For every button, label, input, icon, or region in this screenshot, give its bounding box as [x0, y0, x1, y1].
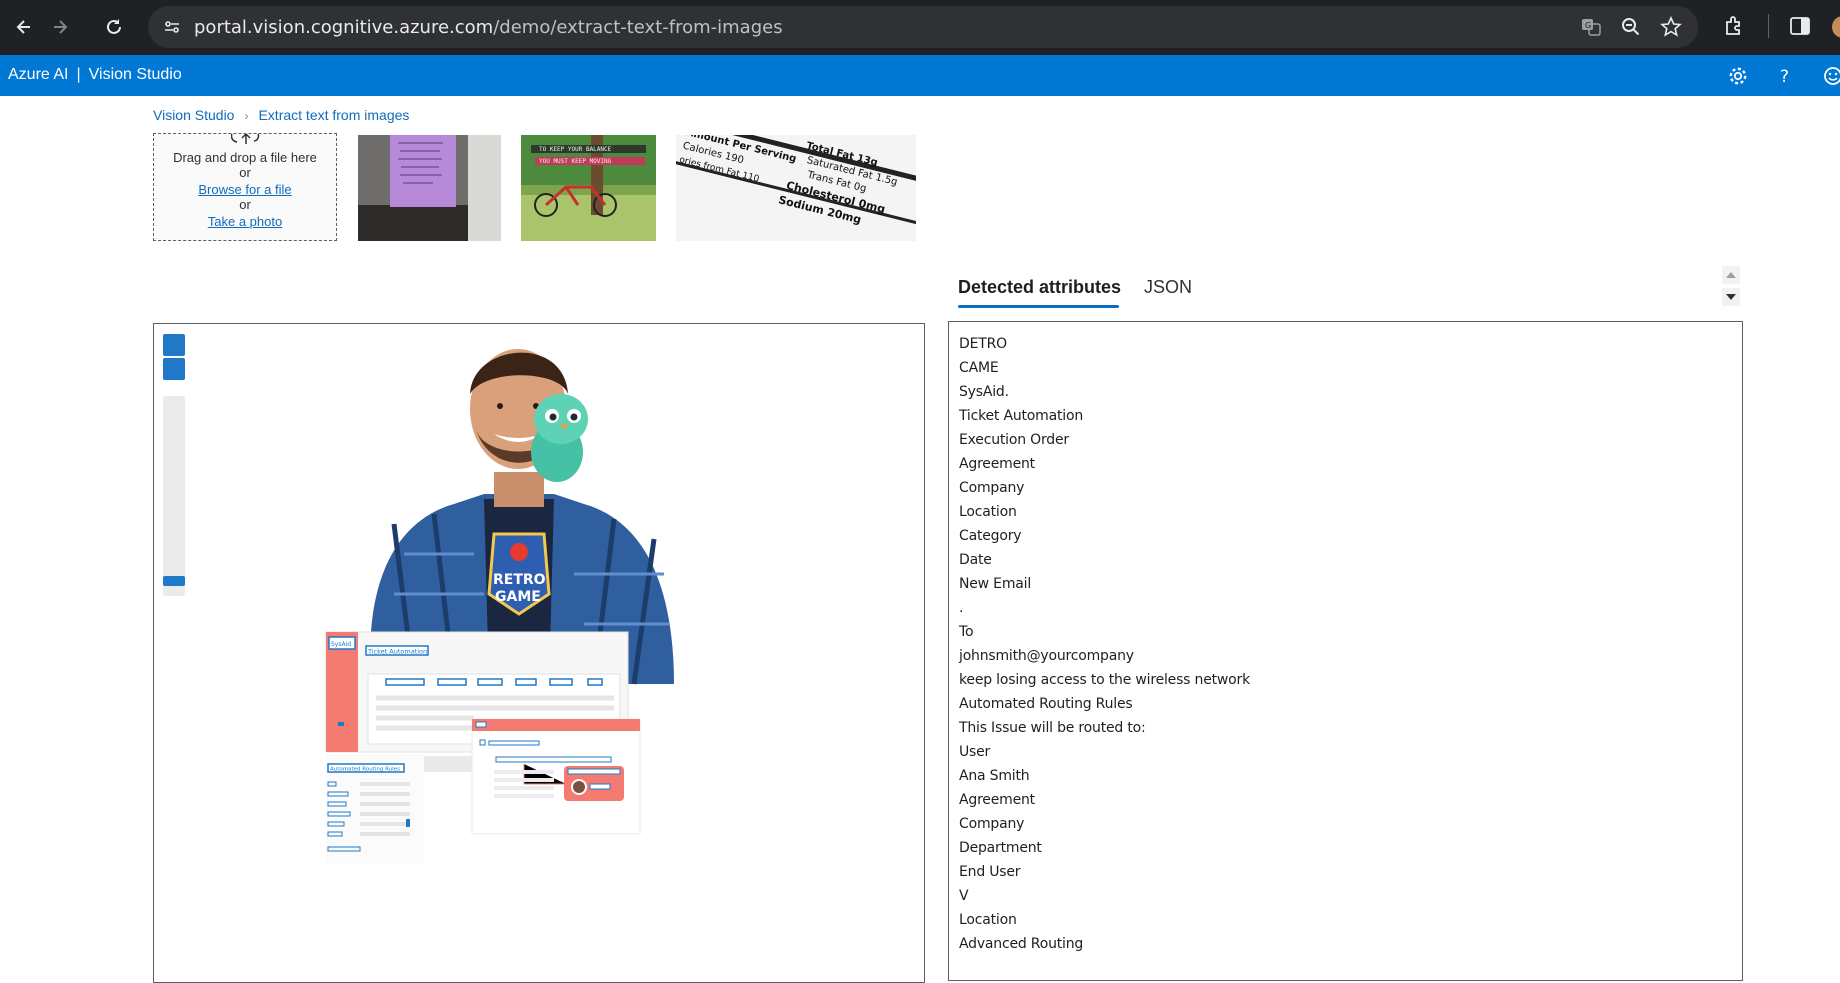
detected-text-line: . [959, 600, 964, 616]
shirt-text-retro: RETRO [493, 572, 546, 588]
detected-text-line: CAME [959, 360, 999, 376]
bookmark-star-icon[interactable] [1660, 16, 1682, 38]
caret-up-icon [1726, 272, 1736, 278]
detected-text-line: Company [959, 480, 1025, 496]
sample-image-sticky-note[interactable] [358, 135, 501, 241]
detected-text-line: johnsmith@yourcompany [959, 648, 1134, 664]
detected-text-line: Advanced Routing [959, 936, 1084, 952]
forward-button[interactable] [44, 11, 76, 43]
zoom-icon[interactable] [1620, 16, 1642, 38]
detected-text-line: Department [959, 840, 1042, 856]
or-text: or [239, 197, 251, 212]
address-bar[interactable]: portal.vision.cognitive.azure.com/demo/e… [148, 6, 1698, 48]
extensions-icon[interactable] [1722, 14, 1746, 38]
brand-product: Vision Studio [88, 66, 182, 83]
detected-text-list: DETRO CAME SysAid. Ticket Automation Executi… [949, 322, 1742, 956]
svg-text:?: ? [1780, 67, 1789, 87]
detected-text-line: Category [959, 528, 1022, 544]
take-photo-link[interactable]: Take a photo [208, 214, 282, 229]
detected-text-line: SysAid. [959, 384, 1009, 400]
detected-text-line: Date [959, 552, 992, 568]
drag-drop-text: Drag and drop a file here [173, 150, 317, 165]
breadcrumb-vision-studio[interactable]: Vision Studio [153, 107, 234, 123]
active-tab-indicator [958, 305, 1119, 308]
image-preview-panel: RETRO GAME SysAid Ticket Automation Auto… [153, 323, 925, 983]
chevron-right-icon: › [244, 109, 249, 123]
shirt-text-game: GAME [495, 589, 541, 605]
detected-text-line: This Issue will be routed to: [959, 720, 1146, 736]
detected-text-line: Execution Order [959, 432, 1069, 448]
translate-icon[interactable]: G [1580, 16, 1602, 38]
detected-text-line: User [959, 744, 991, 760]
detected-text-line: End User [959, 864, 1021, 880]
nutrition-label-thumbnail: Amount Per Serving Calories 190 ories fr… [676, 135, 916, 241]
scroll-down-button[interactable] [1722, 288, 1740, 306]
browser-toolbar: portal.vision.cognitive.azure.com/demo/e… [0, 0, 1840, 55]
detected-text-line: Company [959, 816, 1025, 832]
detected-text-line: DETRO [959, 336, 1007, 352]
detected-text-line: Location [959, 504, 1017, 520]
toolbar-divider [1768, 14, 1769, 38]
mockup-title: Ticket Automation [367, 648, 427, 656]
svg-text:G: G [1585, 21, 1591, 30]
brand-azure-ai: Azure AI [8, 66, 69, 83]
app-brand[interactable]: Azure AI | Vision Studio [8, 66, 182, 84]
sample-image-bicycle[interactable]: TO KEEP YOUR BALANCE YOU MUST KEEP MOVIN… [521, 135, 656, 241]
detected-text-line: keep losing access to the wireless netwo… [959, 672, 1250, 688]
detected-text-line: Ana Smith [959, 768, 1030, 784]
detected-text-line: To [959, 624, 974, 640]
file-drop-zone[interactable]: Drag and drop a file here or Browse for … [153, 133, 337, 241]
bike-caption-1: TO KEEP YOUR BALANCE [539, 146, 612, 153]
back-button[interactable] [8, 11, 40, 43]
forward-arrow-icon [54, 20, 68, 34]
breadcrumb-extract-text[interactable]: Extract text from images [258, 107, 409, 123]
app-screenshot-mockup: SysAid Ticket Automation Automated Routi… [325, 631, 641, 864]
caret-down-icon [1726, 294, 1736, 300]
detected-text-line: Agreement [959, 456, 1035, 472]
detected-text-line: Location [959, 912, 1017, 928]
or-text: or [239, 165, 251, 180]
sample-image-nutrition-label[interactable]: Amount Per Serving Calories 190 ories fr… [676, 135, 916, 241]
detected-text-line: Ticket Automation [959, 408, 1084, 424]
browse-file-link[interactable]: Browse for a file [198, 182, 291, 197]
detected-text-line: Automated Routing Rules [959, 696, 1133, 712]
mockup-routing-title: Automated Routing Rules [330, 767, 400, 773]
app-header: Azure AI | Vision Studio ? [0, 55, 1840, 96]
upload-cloud-icon [231, 134, 260, 144]
site-info-icon[interactable] [162, 17, 182, 37]
detected-text-line: New Email [959, 576, 1032, 592]
bike-caption-2: YOU MUST KEEP MOVING [539, 158, 612, 165]
breadcrumb: Vision Studio › Extract text from images [153, 107, 409, 123]
side-panel-icon[interactable] [1788, 14, 1812, 38]
sticky-note-thumbnail [358, 135, 501, 241]
reload-button[interactable] [98, 11, 130, 43]
detected-text-line: Agreement [959, 792, 1035, 808]
back-arrow-icon [16, 20, 30, 34]
analyzed-image: RETRO GAME SysAid Ticket Automation Auto… [325, 349, 674, 864]
scroll-up-button[interactable] [1722, 266, 1740, 284]
mockup-logo: SysAid [331, 641, 351, 648]
reload-icon [107, 19, 121, 34]
tab-json[interactable]: JSON [1144, 277, 1192, 298]
profile-avatar[interactable] [1832, 16, 1840, 38]
brand-separator: | [76, 66, 81, 83]
settings-gear-icon[interactable] [1727, 65, 1749, 87]
detected-text-line: V [959, 888, 969, 904]
url-text: portal.vision.cognitive.azure.com/demo/e… [194, 17, 783, 38]
help-icon[interactable]: ? [1774, 65, 1796, 87]
feedback-smiley-icon[interactable] [1822, 65, 1840, 87]
bicycle-thumbnail: TO KEEP YOUR BALANCE YOU MUST KEEP MOVIN… [521, 135, 656, 241]
tab-detected-attributes[interactable]: Detected attributes [958, 277, 1121, 298]
detected-text-panel: DETRO CAME SysAid. Ticket Automation Executi… [948, 321, 1743, 981]
